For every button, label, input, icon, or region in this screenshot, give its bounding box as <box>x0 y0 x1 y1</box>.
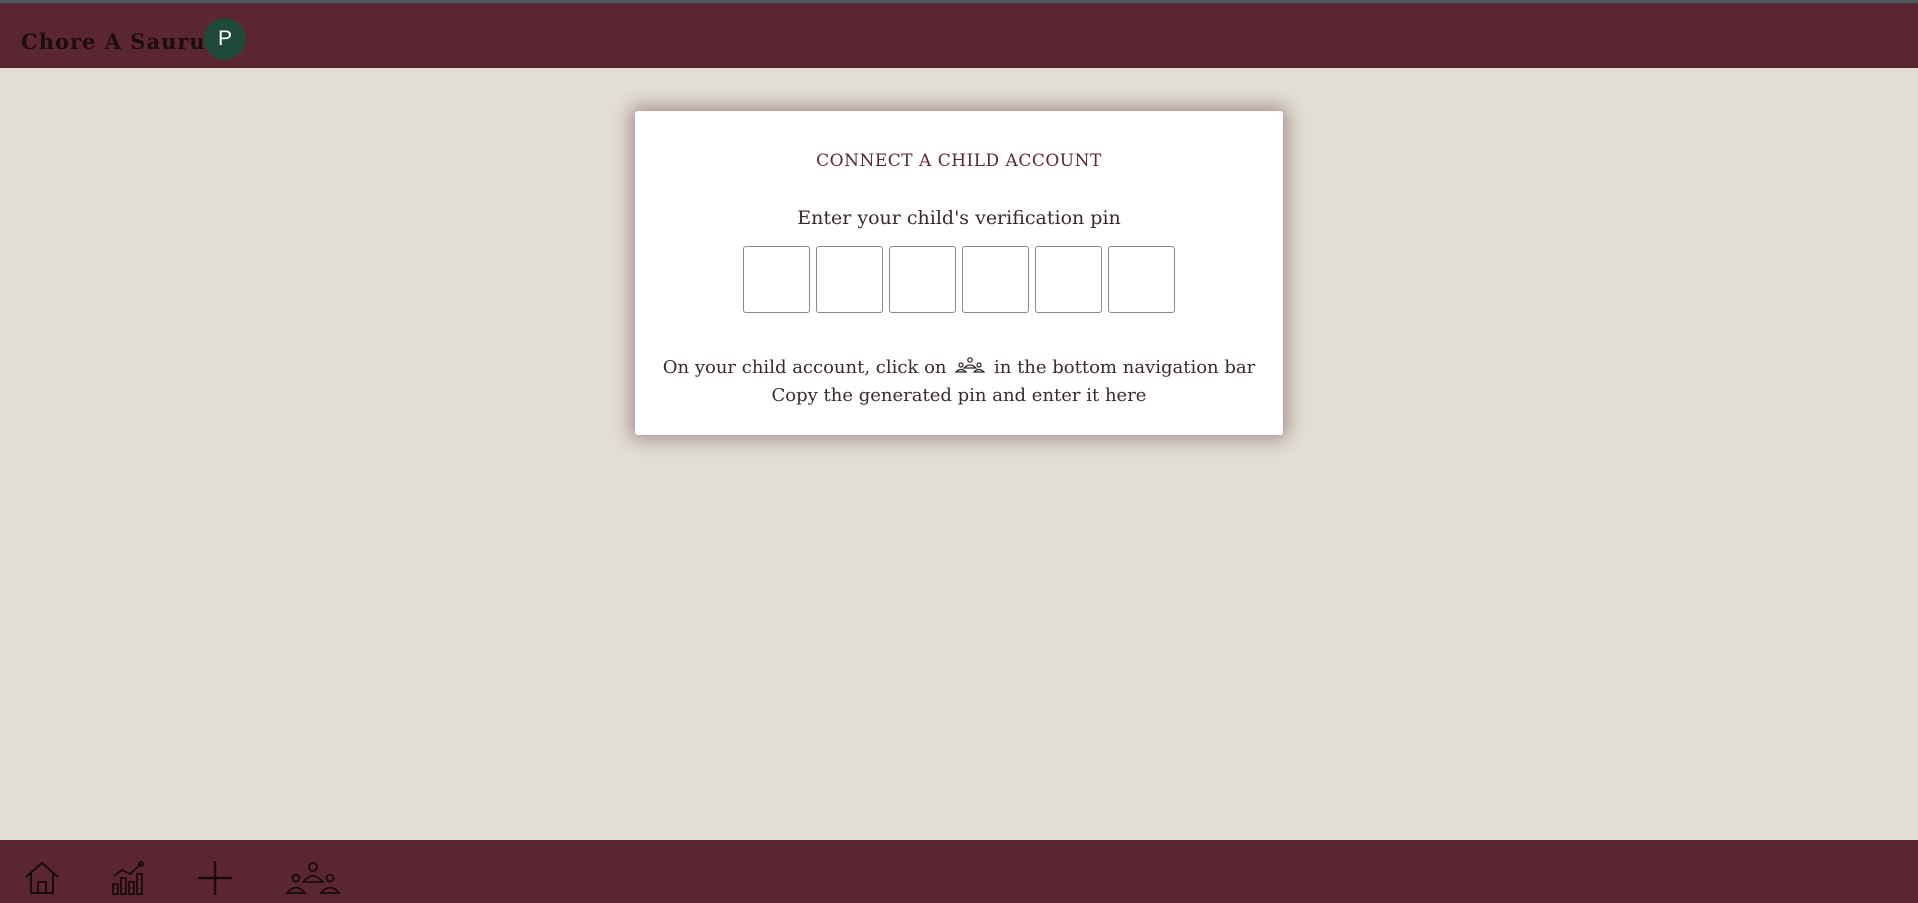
card-title: CONNECT A CHILD ACCOUNT <box>816 151 1102 171</box>
instruction-line-2: Copy the generated pin and enter it here <box>771 385 1147 406</box>
pin-digit-5[interactable] <box>1035 246 1102 313</box>
family-icon <box>954 357 986 383</box>
app-header: Chore A Saurus P <box>0 3 1918 68</box>
pin-digit-6[interactable] <box>1108 246 1175 313</box>
nav-family-button[interactable] <box>284 858 342 898</box>
nav-stats-button[interactable] <box>108 858 148 898</box>
pin-digit-1[interactable] <box>743 246 810 313</box>
instruction-text-after-icon: in the bottom navigation bar <box>994 357 1256 378</box>
pin-digit-3[interactable] <box>889 246 956 313</box>
pin-input-row <box>743 246 1178 313</box>
family-icon <box>284 862 342 902</box>
bottom-navigation-bar <box>0 840 1918 903</box>
nav-home-button[interactable] <box>22 858 62 898</box>
instructions: On your child account, click on in the b… <box>635 355 1283 409</box>
nav-add-button[interactable] <box>195 858 235 898</box>
card-subtitle: Enter your child's verification pin <box>797 207 1121 229</box>
user-avatar[interactable]: P <box>204 18 246 60</box>
plus-icon <box>195 861 235 902</box>
home-icon <box>22 862 62 902</box>
instruction-text-before-icon: On your child account, click on <box>662 357 947 378</box>
chart-icon <box>108 861 148 902</box>
instruction-line-1: On your child account, click on in the b… <box>635 355 1283 383</box>
connect-child-card: CONNECT A CHILD ACCOUNT Enter your child… <box>635 111 1283 435</box>
app-brand-logo[interactable]: Chore A Saurus <box>21 29 219 54</box>
pin-digit-4[interactable] <box>962 246 1029 313</box>
pin-digit-2[interactable] <box>816 246 883 313</box>
